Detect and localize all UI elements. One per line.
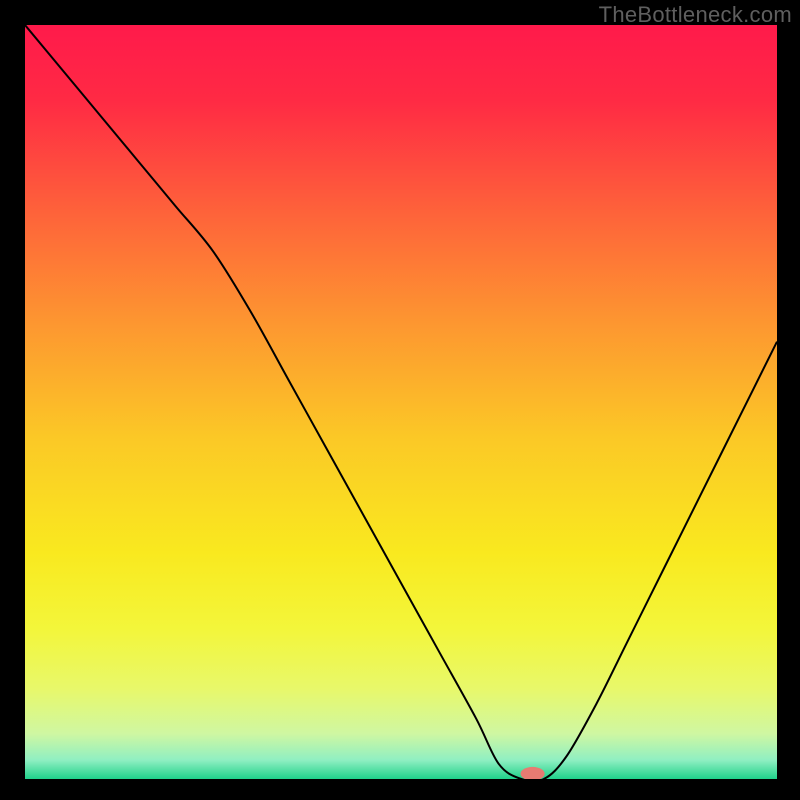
plot-area — [25, 25, 777, 779]
chart-svg — [25, 25, 777, 779]
chart-background — [25, 25, 777, 779]
chart-frame: TheBottleneck.com — [0, 0, 800, 800]
watermark-label: TheBottleneck.com — [599, 2, 792, 28]
